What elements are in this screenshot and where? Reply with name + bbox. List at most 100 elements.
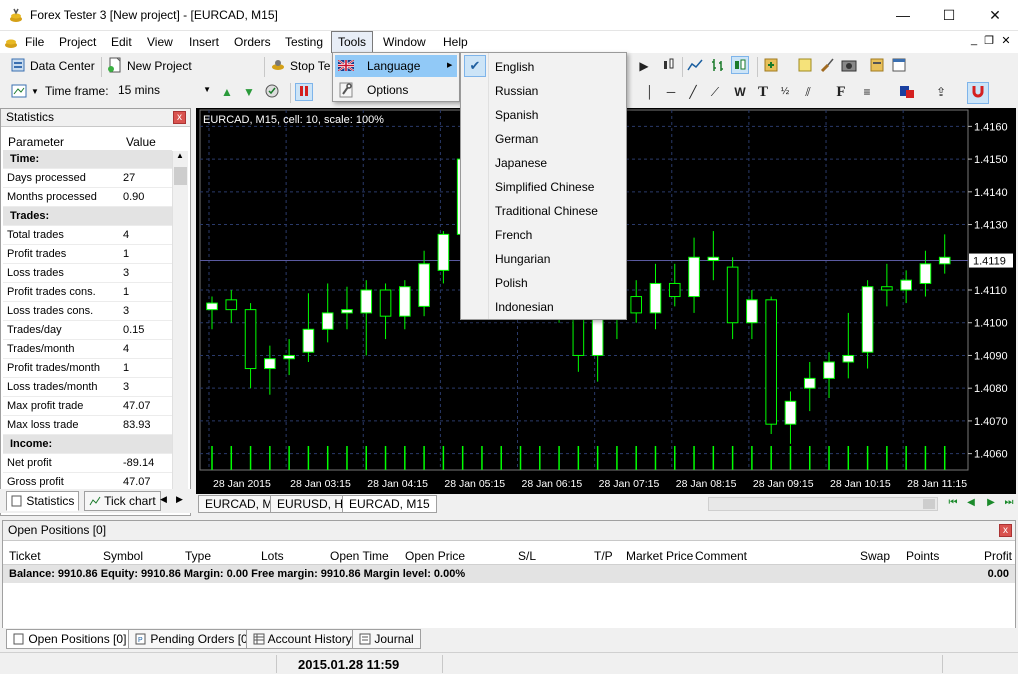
timeframe-select[interactable]: 15 mins ▼ [114, 81, 214, 101]
statistics-close-button[interactable]: x [173, 111, 186, 124]
font-icon[interactable]: F [832, 83, 850, 101]
pause-icon[interactable] [295, 83, 313, 101]
menu-help[interactable]: Help [437, 31, 474, 53]
column-header-points[interactable]: Points [906, 549, 939, 563]
chart-last-icon[interactable]: ⏭ [1002, 496, 1016, 510]
color-picker-icon[interactable] [898, 83, 916, 101]
candle-chart-icon[interactable] [731, 56, 749, 74]
tab-chart-eurcad-m15[interactable]: EURCAD, M15 [342, 495, 437, 513]
line-style-icon[interactable]: ≡ [858, 83, 876, 101]
statistics-section-header[interactable]: Time: [3, 150, 172, 169]
stop-test-button[interactable]: Stop Te [270, 56, 330, 76]
add-indicator-icon[interactable] [762, 57, 780, 75]
screenshot-camera-icon[interactable] [840, 57, 858, 75]
scroll-up-icon[interactable]: ▲ [176, 151, 184, 160]
text-tool-icon[interactable]: T [754, 83, 772, 101]
chart-horizontal-scrollbar[interactable] [708, 497, 938, 511]
statistics-scrollbar[interactable]: ▲ ▼ [172, 151, 188, 496]
language-option-simplified-chinese[interactable]: Simplified Chinese [495, 175, 594, 199]
trend-line-icon[interactable]: ╱ [684, 83, 702, 101]
column-header-open-time[interactable]: Open Time [330, 549, 389, 563]
elliott-wave-icon[interactable]: W [731, 83, 749, 101]
language-option-hungarian[interactable]: Hungarian [495, 247, 550, 271]
strategy-icon[interactable] [796, 57, 814, 75]
statistics-row[interactable]: Profit trades 1 [3, 245, 172, 264]
menu-item-options[interactable]: Options [335, 79, 457, 101]
clean-brush-icon[interactable] [818, 57, 836, 75]
mdi-close-button[interactable]: ✕ [998, 34, 1014, 47]
menu-project[interactable]: Project [53, 31, 102, 53]
column-header-t-p[interactable]: T/P [594, 549, 613, 563]
scrollbar-thumb[interactable] [923, 499, 935, 509]
channel-icon[interactable]: ⫽ [799, 83, 817, 101]
menu-orders[interactable]: Orders [228, 31, 277, 53]
test-play-icon[interactable]: ▶ [635, 57, 653, 75]
column-header-open-price[interactable]: Open Price [405, 549, 465, 563]
statistics-row[interactable]: Max loss trade 83.93 [3, 416, 172, 435]
menu-window[interactable]: Window [377, 31, 432, 53]
mdi-minimize-button[interactable]: _ [966, 34, 982, 46]
column-header-profit[interactable]: Profit [984, 549, 1012, 563]
close-window-button[interactable]: ✕ [972, 0, 1018, 31]
tab-statistics[interactable]: Statistics [6, 491, 80, 511]
export-icon[interactable]: ⇪ [932, 83, 950, 101]
statistics-row[interactable]: Loss trades 3 [3, 264, 172, 283]
statistics-row[interactable]: Loss trades/month 3 [3, 378, 172, 397]
language-option-english[interactable]: English [495, 55, 534, 79]
decrease-timeframe-icon[interactable]: ▼ [240, 83, 258, 101]
column-header-value[interactable]: Value [126, 135, 156, 149]
language-option-french[interactable]: French [495, 223, 532, 247]
chevron-down-icon[interactable]: ▼ [31, 87, 39, 96]
new-chart-icon[interactable] [10, 83, 28, 101]
statistics-row[interactable]: Days processed 27 [3, 169, 172, 188]
tab-open-positions[interactable]: Open Positions [0] [6, 629, 134, 649]
tab-scroll-right-icon[interactable]: ▶ [176, 494, 183, 505]
language-option-spanish[interactable]: Spanish [495, 103, 538, 127]
statistics-row[interactable]: Max profit trade 47.07 [3, 397, 172, 416]
statistics-row[interactable]: Trades/day 0.15 [3, 321, 172, 340]
chart-next-icon[interactable]: ▶ [984, 496, 998, 510]
chart-candles-icon[interactable] [660, 57, 678, 75]
vertical-line-icon[interactable]: │ [641, 83, 659, 101]
data-center-button[interactable]: Data Center [10, 56, 95, 76]
horizontal-line-icon[interactable]: ─ [662, 83, 680, 101]
column-header-swap[interactable]: Swap [860, 549, 890, 563]
fibonacci-icon[interactable]: ½ [776, 83, 794, 101]
tab-account-history[interactable]: Account History [246, 629, 359, 649]
column-header-s-l[interactable]: S/L [518, 549, 536, 563]
statistics-row[interactable]: Profit trades/month 1 [3, 359, 172, 378]
language-option-polish[interactable]: Polish [495, 271, 528, 295]
chart-first-icon[interactable]: ⏮ [946, 496, 960, 510]
tab-pending-orders[interactable]: P Pending Orders [0] [128, 629, 259, 649]
scrollbar-thumb[interactable] [174, 167, 187, 185]
increase-timeframe-icon[interactable]: ▲ [218, 83, 236, 101]
column-header-symbol[interactable]: Symbol [103, 549, 143, 563]
tab-journal[interactable]: Journal [352, 629, 421, 649]
menu-file[interactable]: File [19, 31, 50, 53]
language-option-traditional-chinese[interactable]: Traditional Chinese [495, 199, 598, 223]
mdi-restore-button[interactable]: ❐ [981, 34, 997, 47]
open-positions-close-button[interactable]: x [999, 524, 1012, 537]
column-header-comment[interactable]: Comment [695, 549, 747, 563]
statistics-row[interactable]: Loss trades cons. 3 [3, 302, 172, 321]
statistics-section-header[interactable]: Income: [3, 435, 172, 454]
statistics-row[interactable]: Trades/month 4 [3, 340, 172, 359]
menu-edit[interactable]: Edit [105, 31, 138, 53]
language-option-russian[interactable]: Russian [495, 79, 538, 103]
column-header-market-price[interactable]: Market Price [626, 549, 693, 563]
language-option-indonesian[interactable]: Indonesian [495, 295, 554, 319]
menu-testing[interactable]: Testing [279, 31, 329, 53]
mdi-app-icon[interactable] [3, 34, 19, 50]
menu-view[interactable]: View [141, 31, 179, 53]
statistics-row[interactable]: Profit trades cons. 1 [3, 283, 172, 302]
column-header-type[interactable]: Type [185, 549, 211, 563]
column-header-lots[interactable]: Lots [261, 549, 284, 563]
ray-icon[interactable]: ⟋ [706, 83, 724, 101]
language-option-german[interactable]: German [495, 127, 538, 151]
statistics-row[interactable]: Net profit -89.14 [3, 454, 172, 473]
news-icon[interactable] [868, 57, 886, 75]
menu-item-language[interactable]: Language ▶ [335, 55, 457, 77]
tab-tick-chart[interactable]: Tick chart [84, 491, 161, 511]
column-header-parameter[interactable]: Parameter [8, 135, 64, 149]
minimize-button[interactable]: — [880, 0, 926, 31]
